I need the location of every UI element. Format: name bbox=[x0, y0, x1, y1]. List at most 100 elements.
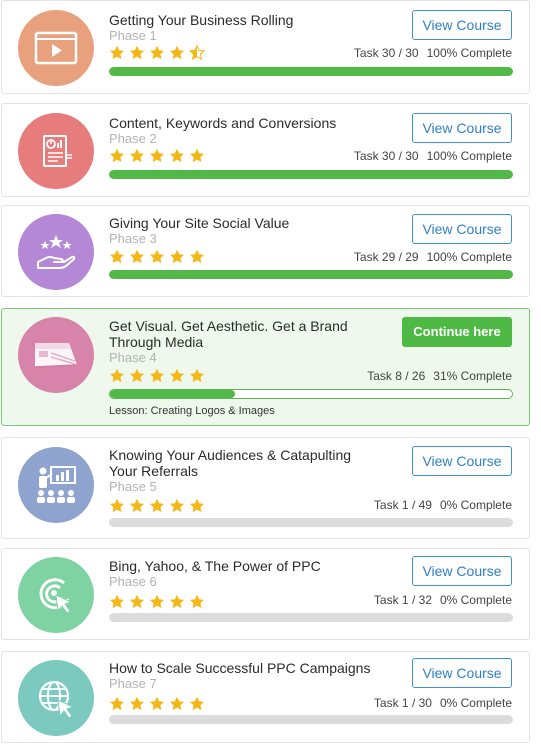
complete-percent: 0% Complete bbox=[439, 696, 512, 710]
phase-label: Phase 1 bbox=[109, 28, 157, 43]
star-full-icon bbox=[130, 696, 144, 711]
star-rating bbox=[109, 249, 205, 265]
star-full-icon bbox=[190, 148, 204, 163]
view-course-button[interactable]: View Course bbox=[412, 10, 512, 40]
task-count: Task 29 / 29 bbox=[353, 250, 419, 264]
star-full-icon bbox=[130, 498, 144, 513]
complete-percent: 0% Complete bbox=[439, 498, 512, 512]
view-course-button[interactable]: View Course bbox=[412, 658, 512, 688]
course-title[interactable]: Get Visual. Get Aesthetic. Get a Brand T… bbox=[109, 318, 379, 350]
star-full-icon bbox=[170, 594, 184, 609]
star-full-icon bbox=[190, 498, 204, 513]
view-course-button[interactable]: View Course bbox=[412, 113, 512, 143]
course-title[interactable]: Bing, Yahoo, & The Power of PPC bbox=[109, 558, 379, 574]
star-full-icon bbox=[110, 498, 124, 513]
course-list: Getting Your Business Rolling Phase 1 Ta… bbox=[0, 0, 541, 744]
star-full-icon bbox=[150, 45, 164, 60]
star-full-icon bbox=[110, 45, 124, 60]
star-rating bbox=[109, 45, 205, 61]
star-full-icon bbox=[130, 45, 144, 60]
video-player-icon bbox=[18, 10, 94, 86]
star-full-icon bbox=[130, 148, 144, 163]
continue-here-button[interactable]: Continue here bbox=[402, 317, 512, 347]
star-half-icon bbox=[189, 45, 205, 61]
task-count: Task 1 / 49 bbox=[373, 498, 432, 512]
star-rating bbox=[109, 368, 205, 384]
star-full-icon bbox=[190, 249, 204, 264]
progress-bar bbox=[109, 170, 513, 179]
star-full-icon bbox=[170, 148, 184, 163]
color-swatch-icon bbox=[18, 317, 94, 393]
phase-label: Phase 4 bbox=[109, 350, 157, 365]
task-status: Task 30 / 30 100% Complete bbox=[354, 46, 512, 60]
star-full-icon bbox=[150, 249, 164, 264]
hand-stars-icon bbox=[18, 214, 94, 290]
complete-percent: 100% Complete bbox=[426, 250, 512, 264]
star-full-icon bbox=[170, 45, 184, 60]
task-count: Task 1 / 30 bbox=[373, 696, 432, 710]
progress-fill bbox=[109, 270, 513, 279]
task-count: Task 8 / 26 bbox=[367, 369, 426, 383]
task-count: Task 1 / 32 bbox=[373, 593, 432, 607]
course-title[interactable]: How to Scale Successful PPC Campaigns bbox=[109, 660, 379, 676]
task-status: Task 8 / 26 31% Complete bbox=[367, 369, 512, 383]
star-full-icon bbox=[150, 148, 164, 163]
task-status: Task 1 / 32 0% Complete bbox=[374, 593, 512, 607]
phase-label: Phase 3 bbox=[109, 231, 157, 246]
course-card: Knowing Your Audiences & Catapulting You… bbox=[1, 437, 530, 539]
star-rating bbox=[109, 594, 205, 610]
star-full-icon bbox=[130, 249, 144, 264]
progress-bar bbox=[109, 518, 513, 527]
view-course-button[interactable]: View Course bbox=[412, 556, 512, 586]
star-full-icon bbox=[110, 249, 124, 264]
phase-label: Phase 7 bbox=[109, 676, 157, 691]
star-full-icon bbox=[110, 148, 124, 163]
star-full-icon bbox=[170, 498, 184, 513]
complete-percent: 100% Complete bbox=[426, 46, 512, 60]
course-title[interactable]: Content, Keywords and Conversions bbox=[109, 115, 379, 131]
view-course-button[interactable]: View Course bbox=[412, 446, 512, 476]
course-card: How to Scale Successful PPC Campaigns Ph… bbox=[1, 651, 530, 743]
complete-percent: 100% Complete bbox=[426, 149, 512, 163]
task-count: Task 30 / 30 bbox=[353, 149, 419, 163]
progress-bar bbox=[109, 67, 513, 76]
progress-fill bbox=[109, 170, 513, 179]
progress-bar bbox=[109, 613, 513, 622]
star-rating bbox=[109, 148, 205, 164]
star-full-icon bbox=[190, 594, 204, 609]
star-full-icon bbox=[110, 696, 124, 711]
star-full-icon bbox=[150, 498, 164, 513]
progress-fill bbox=[109, 67, 513, 76]
view-course-button[interactable]: View Course bbox=[412, 214, 512, 244]
star-full-icon bbox=[110, 368, 124, 383]
course-title[interactable]: Giving Your Site Social Value bbox=[109, 215, 379, 231]
star-full-icon bbox=[150, 696, 164, 711]
task-status: Task 1 / 49 0% Complete bbox=[374, 498, 512, 512]
course-card: Bing, Yahoo, & The Power of PPC Phase 6 … bbox=[1, 548, 530, 640]
star-full-icon bbox=[170, 368, 184, 383]
course-title[interactable]: Getting Your Business Rolling bbox=[109, 12, 379, 28]
task-status: Task 29 / 29 100% Complete bbox=[354, 250, 512, 264]
course-title[interactable]: Knowing Your Audiences & Catapulting You… bbox=[109, 447, 379, 479]
phase-label: Phase 5 bbox=[109, 479, 157, 494]
task-status: Task 1 / 30 0% Complete bbox=[374, 696, 512, 710]
progress-fill bbox=[110, 390, 235, 398]
course-card: Giving Your Site Social Value Phase 3 Ta… bbox=[1, 205, 530, 297]
star-full-icon bbox=[130, 594, 144, 609]
complete-percent: 0% Complete bbox=[439, 593, 512, 607]
target-click-icon bbox=[18, 557, 94, 633]
task-status: Task 30 / 30 100% Complete bbox=[354, 149, 512, 163]
task-count: Task 30 / 30 bbox=[353, 46, 419, 60]
star-rating bbox=[109, 498, 205, 514]
star-full-icon bbox=[150, 368, 164, 383]
globe-click-icon bbox=[18, 660, 94, 736]
phase-label: Phase 2 bbox=[109, 131, 157, 146]
star-full-icon bbox=[190, 696, 204, 711]
star-full-icon bbox=[170, 249, 184, 264]
star-full-icon bbox=[170, 696, 184, 711]
phase-label: Phase 6 bbox=[109, 574, 157, 589]
progress-bar bbox=[109, 715, 513, 724]
course-card: Getting Your Business Rolling Phase 1 Ta… bbox=[1, 0, 530, 94]
progress-bar bbox=[109, 389, 513, 399]
current-lesson-label[interactable]: Lesson: Creating Logos & Images bbox=[109, 405, 275, 418]
